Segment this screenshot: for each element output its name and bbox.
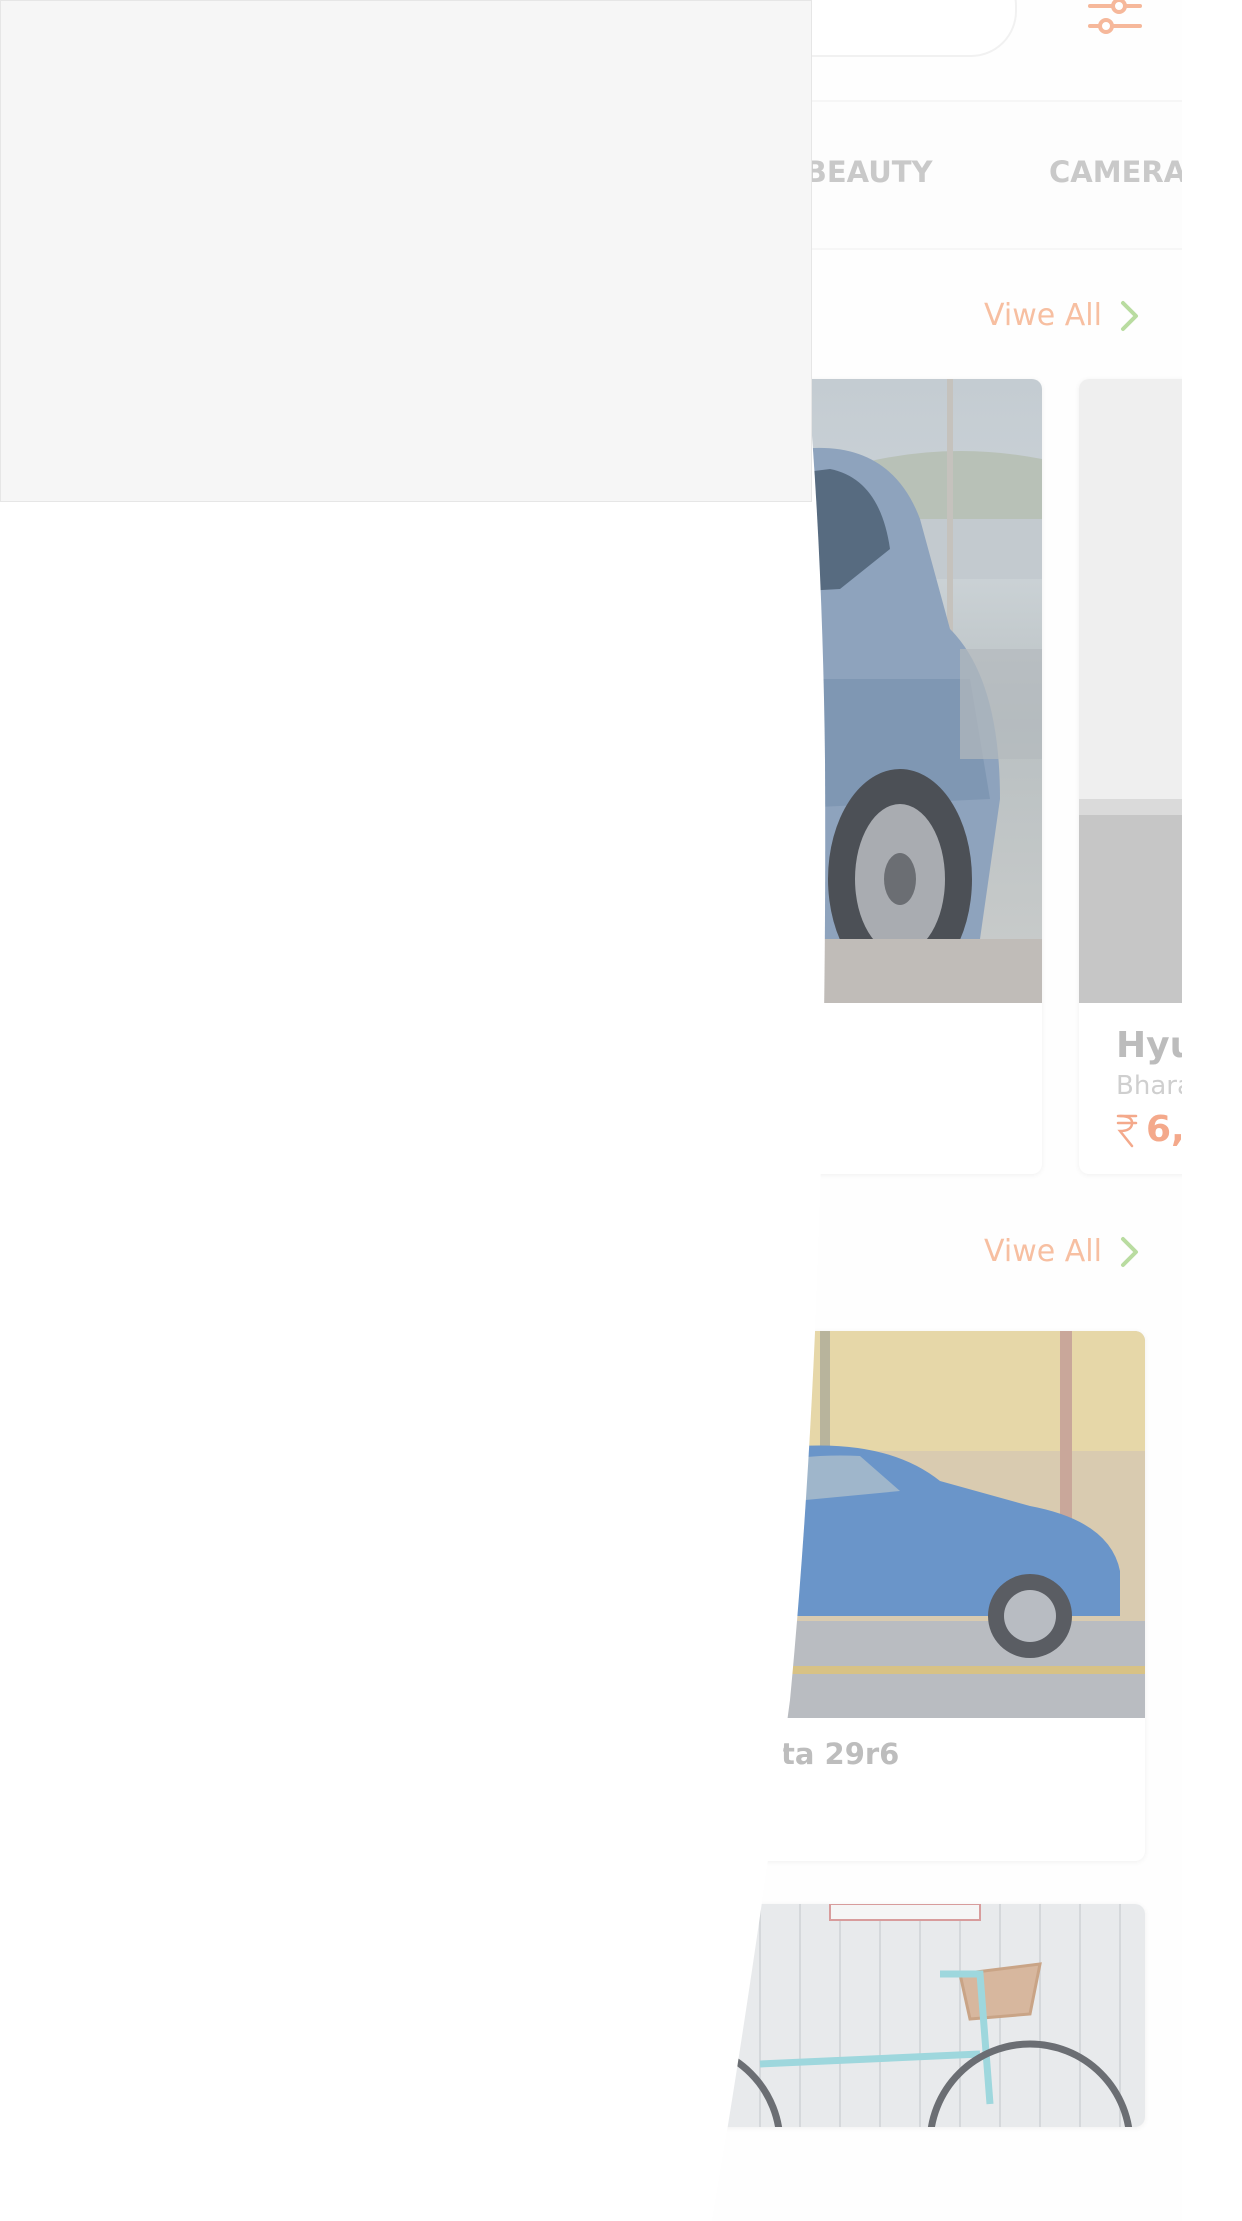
view-all-label: Viwe All	[984, 298, 1102, 333]
blank-sheet-panel	[0, 0, 812, 502]
category-tab-camera[interactable]: CAMERA &	[1049, 155, 1182, 189]
listing-title: Hyu	[1116, 1025, 1182, 1066]
listing-price: 6,	[1116, 1109, 1182, 1150]
sliders-icon	[1088, 0, 1142, 34]
sedan-photo	[560, 1331, 1145, 1718]
listing-card-sedan[interactable]: efrigerator Wta 29r6 mandu, Bagmati	[560, 1331, 1145, 1861]
rupee-icon	[1116, 1114, 1138, 1147]
filter-button[interactable]	[1086, 0, 1146, 40]
chevron-right-icon	[1120, 300, 1138, 331]
view-all-link-featured[interactable]: Viwe All	[984, 298, 1140, 333]
listing-price-value: 6,	[1146, 1109, 1182, 1150]
listing-location: mandu, Bagmati	[560, 1777, 752, 1803]
chevron-right-icon	[1120, 1236, 1138, 1267]
view-all-link-recent[interactable]: Viwe All	[984, 1234, 1140, 1269]
view-all-label: Viwe All	[984, 1234, 1102, 1269]
listing-title: efrigerator Wta 29r6	[560, 1737, 900, 1771]
bicycle-photo	[560, 1904, 1145, 2127]
listing-card-hyundai[interactable]: Hyu Bhara 6,	[1079, 379, 1182, 1174]
screen: H & BEAUTY CAMERA & Viwe All	[0, 0, 1242, 2221]
listing-location: Bhara	[1116, 1071, 1182, 1101]
hyundai-photo	[1079, 379, 1182, 1003]
listing-card-bicycle[interactable]	[560, 1904, 1145, 2127]
